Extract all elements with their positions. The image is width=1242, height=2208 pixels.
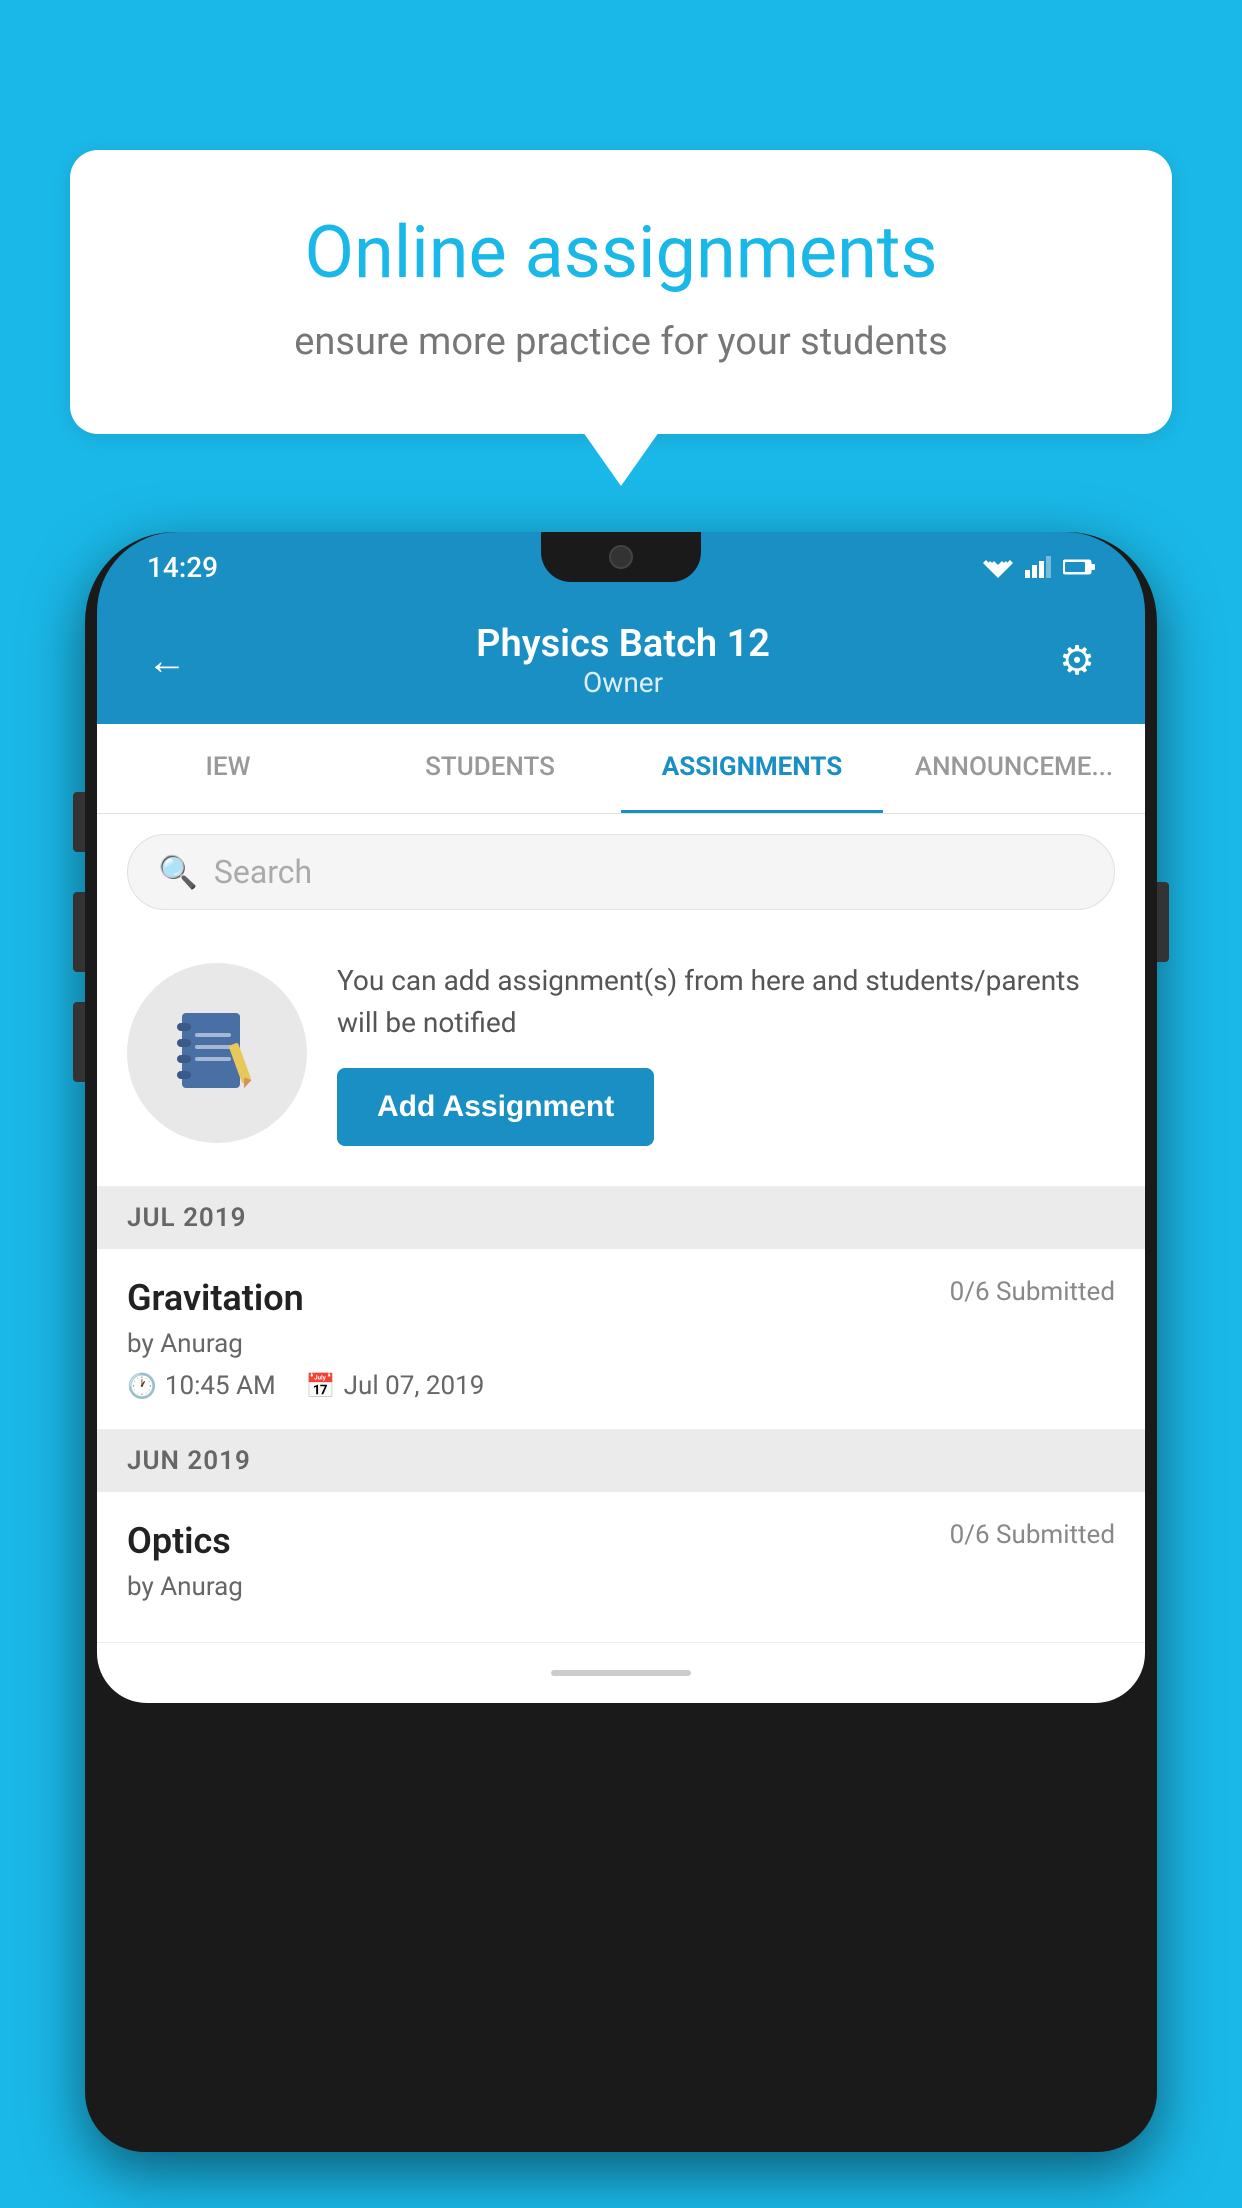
search-placeholder: Search [214,853,312,891]
assignment-author-optics: by Anurag [127,1572,1115,1602]
assignment-time: 10:45 AM [165,1371,276,1401]
meta-time: 🕐 10:45 AM [127,1371,276,1401]
wifi-icon [983,556,1013,578]
phone-side-button-left-2 [73,892,85,972]
promo-card: You can add assignment(s) from here and … [97,930,1145,1187]
speech-bubble-container: Online assignments ensure more practice … [70,150,1172,434]
assignment-top-row-optics: Optics 0/6 Submitted [127,1520,1115,1562]
speech-bubble: Online assignments ensure more practice … [70,150,1172,434]
calendar-icon: 📅 [306,1372,336,1400]
bubble-subtitle: ensure more practice for your students [140,320,1102,364]
back-button[interactable]: ← [147,637,187,684]
add-assignment-button[interactable]: Add Assignment [337,1068,654,1146]
phone-container: 14:29 [85,520,1157,2208]
bubble-title: Online assignments [140,210,1102,296]
phone-bottom-bar [97,1643,1145,1703]
header-title-area: Physics Batch 12 Owner [476,622,770,699]
phone-side-button-left-1 [73,792,85,852]
phone-side-button-left-3 [73,1002,85,1082]
phone-notch [541,532,701,582]
owner-label: Owner [476,666,770,699]
assignment-item-optics[interactable]: Optics 0/6 Submitted by Anurag [97,1492,1145,1643]
assignment-submitted: 0/6 Submitted [950,1277,1115,1307]
section-header-jun: JUN 2019 [97,1430,1145,1492]
promo-description: You can add assignment(s) from here and … [337,960,1115,1044]
battery-icon [1063,558,1095,576]
tab-assignments[interactable]: ASSIGNMENTS [621,724,883,813]
assignment-name-optics: Optics [127,1520,231,1562]
assignment-date: Jul 07, 2019 [344,1371,485,1401]
settings-icon[interactable]: ⚙ [1059,637,1095,684]
status-time: 14:29 [147,551,218,584]
notebook-icon [167,1003,267,1103]
assignment-item-gravitation[interactable]: Gravitation 0/6 Submitted by Anurag 🕐 10… [97,1249,1145,1430]
search-container: 🔍 Search [97,814,1145,930]
clock-icon: 🕐 [127,1372,157,1400]
assignment-author: by Anurag [127,1329,1115,1359]
meta-date: 📅 Jul 07, 2019 [306,1371,485,1401]
phone-content: 🔍 Search [97,814,1145,1643]
batch-title: Physics Batch 12 [476,622,770,666]
tab-students[interactable]: STUDENTS [359,724,621,813]
tab-iew[interactable]: IEW [97,724,359,813]
promo-content: You can add assignment(s) from here and … [337,960,1115,1146]
search-icon: 🔍 [158,853,198,891]
assignment-meta: 🕐 10:45 AM 📅 Jul 07, 2019 [127,1371,1115,1401]
promo-icon-circle [127,963,307,1143]
assignment-top-row: Gravitation 0/6 Submitted [127,1277,1115,1319]
status-bar: 14:29 [97,532,1145,602]
tabs-bar: IEW STUDENTS ASSIGNMENTS ANNOUNCEME... [97,724,1145,814]
phone-screen: 14:29 [97,532,1145,2128]
phone-outer: 14:29 [85,532,1157,2152]
section-header-jul: JUL 2019 [97,1187,1145,1249]
home-indicator [551,1670,691,1676]
signal-icon [1025,556,1051,578]
phone-side-button-right [1157,882,1169,962]
app-header: ← Physics Batch 12 Owner ⚙ [97,602,1145,724]
tab-announcements[interactable]: ANNOUNCEME... [883,724,1145,813]
search-bar[interactable]: 🔍 Search [127,834,1115,910]
assignment-name: Gravitation [127,1277,304,1319]
camera-dot [609,545,633,569]
status-icons [983,556,1095,578]
assignment-submitted-optics: 0/6 Submitted [950,1520,1115,1550]
